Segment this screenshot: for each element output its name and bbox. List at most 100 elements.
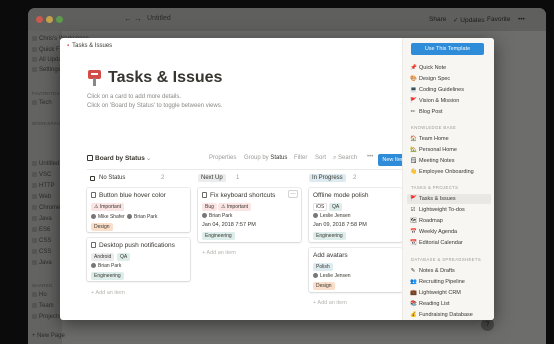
use-template-button[interactable]: Use This Template: [411, 43, 484, 55]
column-header[interactable]: No Status 2: [87, 174, 192, 184]
sidebar-item-projects[interactable]: Projects: [32, 314, 61, 320]
search-icon: [32, 47, 37, 52]
template-employee-onboarding[interactable]: 👋 Employee Onboarding: [407, 167, 491, 177]
sort-button[interactable]: Sort: [315, 155, 326, 161]
search-button[interactable]: ⌕ Search: [333, 155, 357, 162]
sidebar-item-team[interactable]: Team: [32, 303, 54, 309]
sidebar-item-untitled[interactable]: Untitled: [32, 161, 59, 167]
template-roadmap[interactable]: 🗺 Roadmap: [407, 216, 491, 226]
breadcrumb[interactable]: ▪ Tasks & Issues: [67, 43, 112, 49]
card-title: Button blue hover color: [91, 192, 166, 199]
sidebar-item-java-2[interactable]: Java: [32, 260, 52, 266]
board-card[interactable]: Add avatars Polish Leslie Jensen Design: [309, 248, 402, 292]
template-tasks-issues[interactable]: 🚩 Tasks & Issues: [407, 194, 491, 204]
tag-android: Android: [91, 253, 115, 261]
sidebar-item-chrome[interactable]: Chrome: [32, 205, 60, 211]
template-label: Reading List: [419, 301, 450, 307]
template-reading-list[interactable]: 📚 Reading List: [407, 299, 491, 309]
sidebar-item-http[interactable]: HTTP: [32, 183, 55, 189]
sidebar-item-tech[interactable]: Tech: [32, 100, 52, 106]
minimize-window-icon[interactable]: [46, 16, 53, 23]
page-icon: [32, 314, 37, 319]
card-title-text: Button blue hover color: [99, 192, 166, 199]
updates-button[interactable]: ✓ Updates: [453, 16, 484, 24]
add-item-button[interactable]: + Add an item: [313, 300, 347, 306]
card-more-icon[interactable]: …: [288, 190, 298, 198]
database-heading: DATABASE & SPREADSHEETS: [411, 257, 482, 262]
column-count: 1: [236, 175, 240, 181]
board-card[interactable]: Fix keyboard shortcuts … Bug ⚠ Important…: [198, 188, 301, 242]
sidebar-item-vsc[interactable]: VSC: [32, 172, 51, 178]
back-icon[interactable]: ←: [124, 14, 132, 23]
forward-icon[interactable]: →: [134, 14, 142, 23]
template-vision-mission[interactable]: 🚩 Vision & Mission: [407, 96, 491, 106]
template-meeting-notes[interactable]: 🗒 Meeting Notes: [407, 156, 491, 166]
template-recruiting-pipeline[interactable]: 👥 Recruiting Pipeline: [407, 277, 491, 287]
column-name: No Status: [99, 175, 126, 181]
sidebar-item-web[interactable]: Web: [32, 194, 51, 200]
laptop-icon: 💻: [410, 87, 417, 93]
template-fundraising-database[interactable]: 💰 Fundraising Database: [407, 310, 491, 320]
workspace-icon: [32, 36, 37, 41]
sidebar-item-es6[interactable]: ES6: [32, 227, 50, 233]
card-title: Fix keyboard shortcuts: [202, 192, 275, 199]
board-card[interactable]: Button blue hover color ⚠ Important Mike…: [87, 188, 190, 232]
sidebar-item-label: HTTP: [39, 183, 55, 189]
sidebar-item-label: Java: [39, 260, 52, 266]
template-label: Vision & Mission: [419, 98, 460, 104]
template-preview: ▪ Tasks & Issues Tasks & Issues Click on …: [60, 38, 410, 320]
column-header[interactable]: Next Up 1: [198, 174, 303, 184]
column-header[interactable]: In Progress 2: [309, 174, 414, 184]
template-blog-post[interactable]: ✏ Blog Post: [407, 107, 491, 117]
close-window-icon[interactable]: [36, 16, 43, 23]
favorite-button[interactable]: Favorite: [487, 16, 510, 23]
template-team-home[interactable]: 🏠 Team Home: [407, 134, 491, 144]
chevron-down-icon: ⌄: [145, 155, 152, 162]
board-card[interactable]: Offline mode polish iOS QA Leslie Jensen…: [309, 188, 402, 242]
assignee-name: Leslie Jensen: [320, 273, 351, 279]
more-icon[interactable]: •••: [367, 154, 373, 160]
sidebar-settings[interactable]: Settings: [32, 67, 61, 73]
filter-button[interactable]: Filter: [294, 155, 307, 161]
template-quick-note[interactable]: 📌 Quick Note: [407, 63, 491, 73]
more-button[interactable]: •••: [518, 16, 525, 23]
board-column-in-progress: In Progress 2 Offline mode polish iOS QA…: [309, 174, 414, 306]
add-item-button[interactable]: + Add an item: [202, 250, 236, 256]
sidebar-item-ho[interactable]: Ho: [32, 292, 47, 298]
sidebar-item-java[interactable]: Java: [32, 216, 52, 222]
template-lightweight-crm[interactable]: 💼 Lightweight CRM: [407, 288, 491, 298]
template-lightweight-todos[interactable]: ☑ Lightweight To-dos: [407, 205, 491, 215]
notepad-icon: 🗒: [410, 158, 417, 164]
warning-icon: ⚠: [221, 204, 226, 210]
warning-icon: ⚠: [94, 204, 99, 210]
template-editorial-calendar[interactable]: 📆 Editorial Calendar: [407, 238, 491, 248]
template-coding-guidelines[interactable]: 💻 Coding Guidelines: [407, 85, 491, 95]
flag-icon: 🚩: [410, 196, 417, 202]
assignee-name: Brian Park: [134, 214, 158, 220]
template-weekly-agenda[interactable]: 📅 Weekly Agenda: [407, 227, 491, 237]
view-switcher[interactable]: Board by Status⌄: [87, 154, 151, 162]
sidebar-item-css[interactable]: CSS: [32, 238, 51, 244]
due-date: Jan 09, 2018 7:58 PM: [313, 222, 367, 228]
breadcrumb-label: Tasks & Issues: [72, 43, 113, 49]
template-notes-drafts[interactable]: ✎ Notes & Drafts: [407, 266, 491, 276]
add-item-button[interactable]: + Add an item: [91, 290, 125, 296]
template-design-spec[interactable]: 🎨 Design Spec: [407, 74, 491, 84]
page-icon: [32, 303, 37, 308]
board-card[interactable]: Desktop push notifications Android QA Br…: [87, 238, 190, 281]
column-count: 2: [353, 175, 357, 181]
properties-button[interactable]: Properties: [209, 155, 236, 161]
maximize-window-icon[interactable]: [56, 16, 63, 23]
new-page-button[interactable]: + New Page: [32, 333, 65, 339]
tag-polish: Polish: [313, 263, 333, 271]
new-page-label: New Page: [37, 333, 65, 339]
waving-hand-icon: 👋: [410, 169, 417, 175]
share-button[interactable]: Share: [429, 16, 446, 23]
tag-label: Important: [99, 204, 121, 210]
template-personal-home[interactable]: 🏡 Personal Home: [407, 145, 491, 155]
template-label: Blog Post: [419, 109, 443, 115]
column-count: 2: [161, 175, 165, 181]
sidebar-item-css-2[interactable]: CSS: [32, 249, 51, 255]
pen-icon: ✎: [410, 268, 416, 274]
group-by-button[interactable]: Group by Status: [244, 155, 287, 161]
